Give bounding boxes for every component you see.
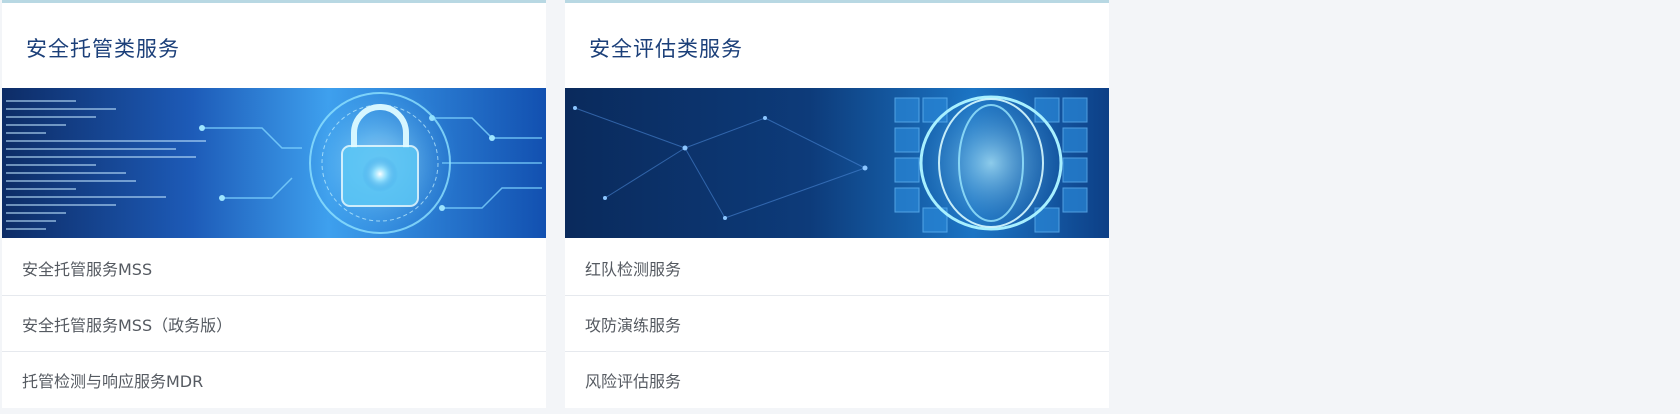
list-item[interactable]: 红队检测服务 [565, 240, 1109, 296]
list-item-label: 红队检测服务 [585, 259, 682, 279]
list-item-label: 安全托管服务MSS（政务版） [22, 315, 233, 335]
list-item-label: 托管检测与响应服务MDR [22, 372, 204, 391]
list-item[interactable]: 托管检测与响应服务MDR [2, 352, 546, 408]
list-item-label: 攻防演练服务 [585, 315, 682, 335]
list-item[interactable]: 安全托管服务MSS（政务版） [2, 296, 546, 352]
list-item-label: 安全托管服务MSS [22, 259, 153, 279]
service-card-security-assessment: 安全评估类服务 红队检测服务 攻防演练服务 风险评估服务 [565, 0, 1109, 408]
card-title: 安全评估类服务 [589, 37, 743, 61]
service-list: 安全托管服务MSS 安全托管服务MSS（政务版） 托管检测与响应服务MDR [2, 240, 546, 408]
service-card-managed-security: 安全托管类服务 安全托管服务MSS 安全托管服务MSS（政务版） 托管检测与响应… [2, 0, 546, 408]
list-item[interactable]: 安全托管服务MSS [2, 240, 546, 296]
card-title: 安全托管类服务 [26, 37, 180, 61]
list-item[interactable]: 攻防演练服务 [565, 296, 1109, 352]
service-list: 红队检测服务 攻防演练服务 风险评估服务 [565, 240, 1109, 408]
list-item-label: 风险评估服务 [585, 372, 682, 391]
list-item[interactable]: 风险评估服务 [565, 352, 1109, 408]
cube-rings-image [565, 88, 1109, 238]
padlock-circuit-image [2, 88, 546, 238]
